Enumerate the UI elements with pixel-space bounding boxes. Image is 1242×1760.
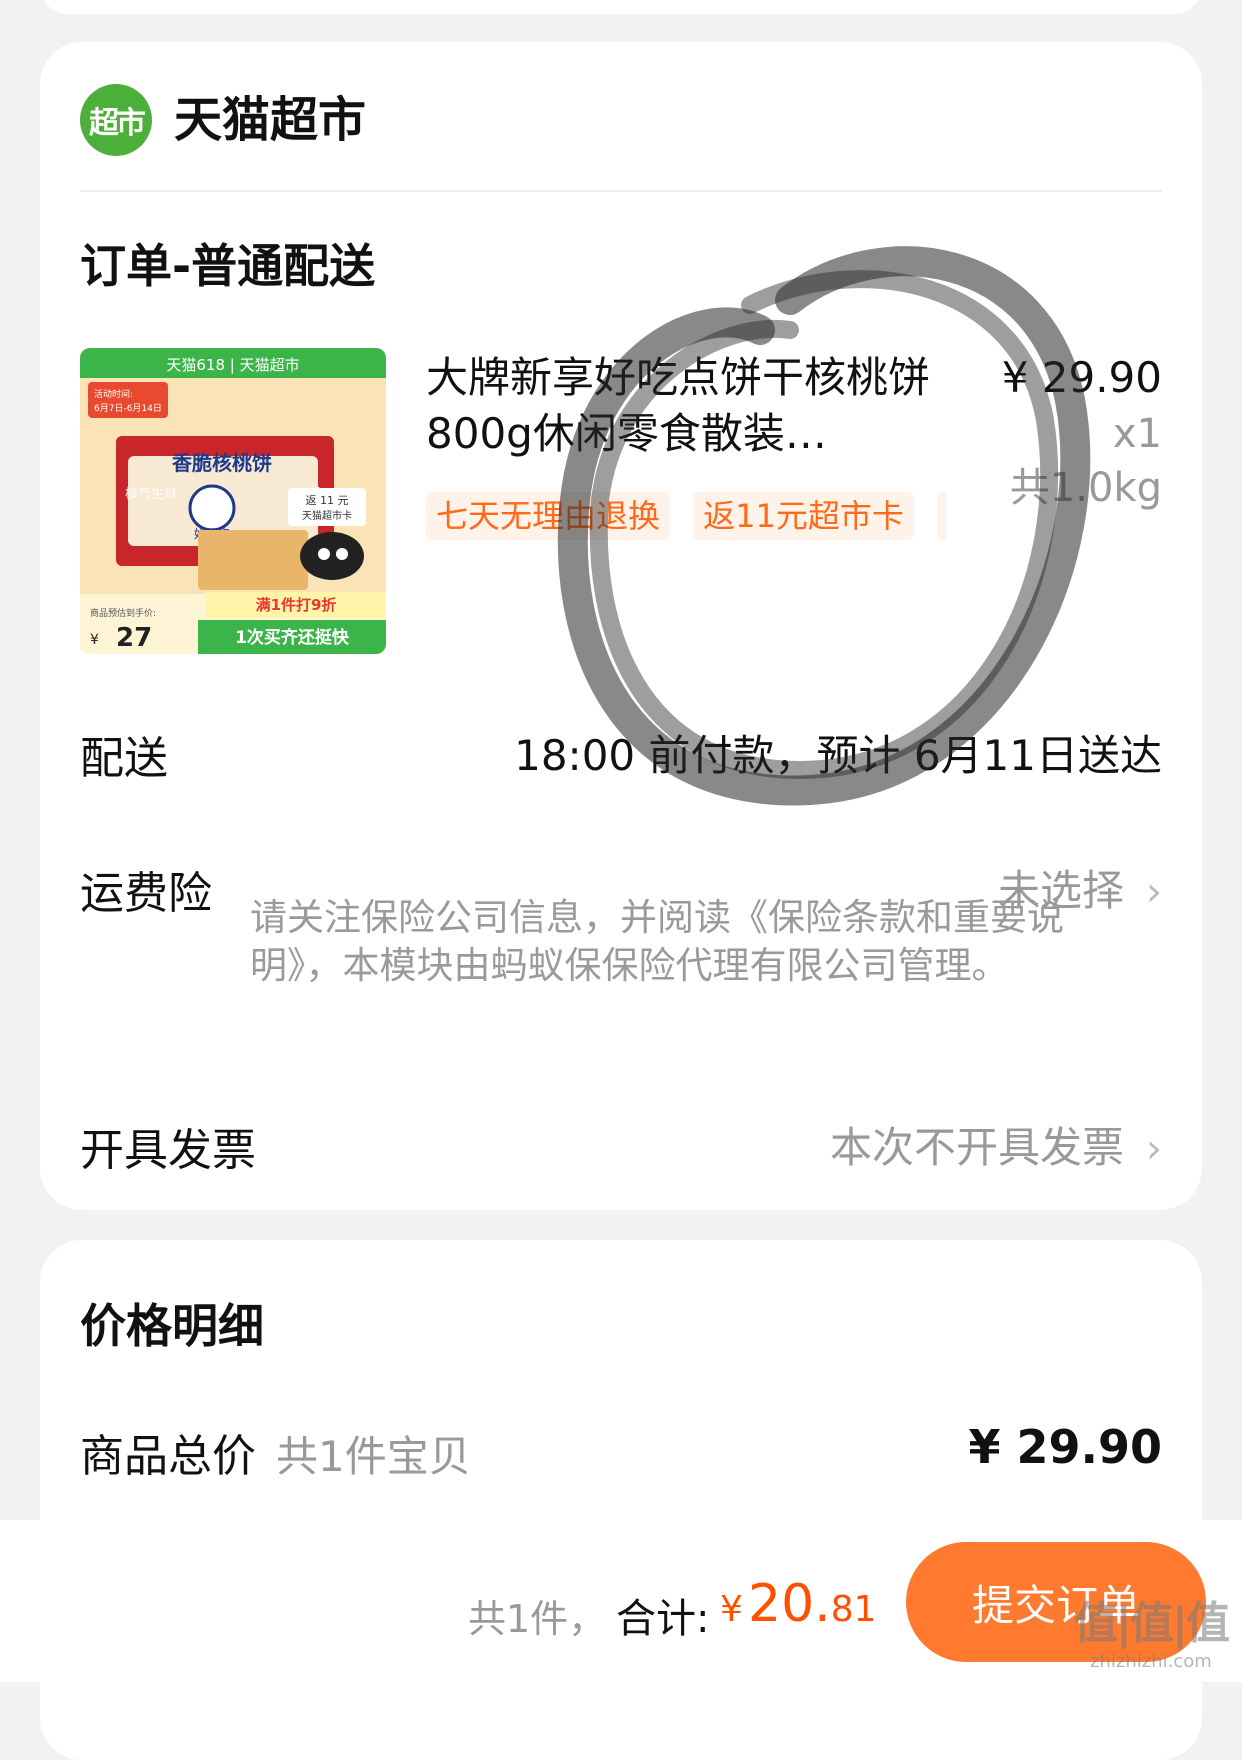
- divider: [80, 190, 1162, 192]
- watermark-logo: 值|值|值: [1073, 1598, 1230, 1649]
- order-type-title: 订单-普通配送: [80, 239, 376, 293]
- image-activity-dates: 6月7日-6月14日: [94, 403, 162, 414]
- watermark-url: zhizhizhi.com: [1090, 1651, 1212, 1672]
- image-est-price-currency: ¥: [90, 632, 99, 648]
- image-rebate-1: 返 11 元: [306, 494, 349, 507]
- subtotal-label-text: 商品总价: [80, 1431, 256, 1482]
- chevron-right-icon: ›: [1146, 1126, 1162, 1172]
- store-name[interactable]: 天猫超市: [174, 84, 366, 156]
- product-quantity: x1: [1112, 411, 1162, 457]
- order-card: 超市 天猫超市 订单-普通配送 天猫618 | 天猫超市 活动时间: 6月7日-…: [40, 42, 1202, 1210]
- tag-more: [936, 492, 946, 540]
- delivery-value: 18:00 前付款，预计 6月11日送达: [514, 731, 1162, 780]
- price-detail-title: 价格明细: [80, 1299, 264, 1353]
- image-est-price-label: 商品预估到手价:: [90, 607, 156, 619]
- delivery-label: 配送: [80, 733, 168, 784]
- total-int: 20.: [748, 1574, 831, 1634]
- invoice-select[interactable]: 本次不开具发票 ›: [830, 1114, 1162, 1175]
- total-amount: ¥ 20.81: [720, 1574, 877, 1634]
- image-promo: 满1件打9折: [256, 596, 337, 614]
- total-currency: ¥: [720, 1589, 743, 1630]
- image-slogan: 1次买齐还挺快: [235, 627, 350, 648]
- price-detail-card: 价格明细 商品总价 共1件宝贝 ¥ 29.90: [40, 1240, 1202, 1760]
- image-banner: 天猫618 | 天猫超市: [166, 356, 299, 374]
- image-box-title: 香脆核桃饼: [172, 451, 272, 475]
- image-est-price: 27: [116, 623, 152, 653]
- subtotal-value: ¥ 29.90: [968, 1420, 1162, 1474]
- previous-card: [40, 0, 1202, 14]
- watermark: 值|值|值 zhizhizhi.com: [1073, 1587, 1230, 1672]
- invoice-value: 本次不开具发票: [829, 1123, 1124, 1172]
- total-label: 合计:: [616, 1596, 710, 1642]
- image-side-left: 核气生财: [125, 486, 177, 502]
- tag-return: 七天无理由退换: [426, 492, 671, 540]
- product-title[interactable]: 大牌新享好吃点饼干核桃饼800g休闲零食散装…: [426, 350, 946, 462]
- product-image[interactable]: 天猫618 | 天猫超市 活动时间: 6月7日-6月14日 香脆核桃饼 核气生财…: [80, 348, 386, 654]
- supermarket-logo-icon: 超市: [80, 84, 152, 156]
- item-count: 共1件，: [468, 1597, 607, 1641]
- subtotal-count: 共1件宝贝: [276, 1432, 471, 1481]
- insurance-notice: 请关注保险公司信息，并阅读《保险条款和重要说明》，本模块由蚂蚁保保险代理有限公司…: [250, 896, 1064, 987]
- subtotal-label: 商品总价 共1件宝贝: [80, 1420, 471, 1484]
- bottom-bar: 共1件， 合计: ¥ 20.81 提交订单 值|值|值 zhizhizhi.co…: [0, 1520, 1242, 1682]
- insurance-label: 运费险: [80, 868, 212, 919]
- image-rebate-2: 天猫超市卡: [302, 509, 352, 522]
- product-tags: 七天无理由退换 返11元超市卡: [426, 492, 946, 542]
- total-dec: 81: [830, 1589, 877, 1630]
- product-price: ¥ 29.90: [1001, 353, 1162, 402]
- invoice-label: 开具发票: [80, 1125, 256, 1176]
- image-activity-label: 活动时间:: [94, 388, 133, 400]
- product-weight: 共1.0kg: [1009, 465, 1162, 511]
- tag-rebate: 返11元超市卡: [693, 492, 914, 540]
